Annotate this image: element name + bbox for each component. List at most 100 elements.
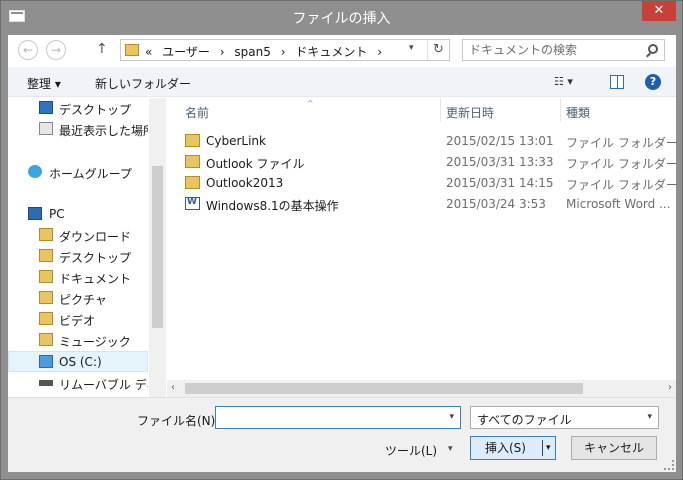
file-row[interactable]: CyberLink 2015/02/15 13:01 ファイル フォルダー: [179, 131, 678, 152]
title-bar[interactable]: ファイルの挿入 ✕: [1, 1, 682, 35]
pc-icon: [28, 207, 42, 220]
breadcrumb-user[interactable]: span5: [234, 45, 270, 59]
file-modified: 2015/02/15 13:01: [446, 134, 554, 148]
breadcrumb-overflow[interactable]: «: [145, 45, 152, 59]
dialog-footer: ファイル名(N): ▾ すべてのファイル ▾ ツール(L) ▾ 挿入(S) ▾ …: [8, 397, 676, 472]
navigation-scroll-thumb[interactable]: [152, 166, 163, 328]
view-options-button[interactable]: ☷ ▾: [554, 75, 573, 88]
tools-button[interactable]: ツール(L): [385, 442, 437, 459]
search-box[interactable]: [462, 39, 665, 61]
nav-item-label: ホームグループ: [49, 167, 132, 181]
filetype-select[interactable]: すべてのファイル ▾: [470, 406, 659, 429]
preview-pane-icon[interactable]: [610, 75, 624, 89]
file-name: Windows8.1の基本操作: [206, 199, 339, 213]
scroll-left-icon[interactable]: ‹: [171, 382, 175, 393]
nav-item-recent-places[interactable]: 最近表示した場所: [8, 119, 148, 140]
folder-icon: [185, 155, 200, 168]
nav-item-documents[interactable]: ドキュメント: [8, 267, 148, 288]
insert-dropdown-icon[interactable]: ▾: [546, 437, 551, 459]
search-input[interactable]: [469, 42, 639, 58]
address-dropdown-icon[interactable]: ▾: [409, 43, 414, 53]
recent-places-icon: [39, 122, 53, 135]
nav-item-desktop[interactable]: デスクトップ: [8, 98, 148, 119]
dialog-window: ファイルの挿入 ✕ ← → ↑ « ユーザー › span5 › ドキュメント …: [0, 0, 683, 480]
cancel-button[interactable]: キャンセル: [571, 436, 657, 460]
file-modified: 2015/03/31 13:33: [446, 155, 554, 169]
tools-dropdown-icon[interactable]: ▾: [448, 444, 453, 454]
desktop-folder-icon: [39, 249, 53, 262]
nav-item-label: デスクトップ: [59, 103, 132, 117]
horizontal-scroll-thumb[interactable]: [185, 383, 583, 394]
homegroup-icon: [28, 165, 42, 178]
nav-item-pictures[interactable]: ピクチャ: [8, 288, 148, 309]
filename-input[interactable]: [220, 409, 438, 426]
nav-item-label: リムーバブル ディスク: [59, 378, 148, 392]
documents-folder-icon: [39, 270, 53, 283]
folder-icon: [185, 134, 200, 147]
navigation-scrollbar[interactable]: [149, 98, 166, 400]
removable-disk-icon: [39, 380, 53, 386]
column-divider[interactable]: [560, 98, 561, 122]
new-folder-button[interactable]: 新しいフォルダー: [95, 75, 191, 92]
chevron-down-icon[interactable]: ▾: [647, 412, 652, 422]
refresh-button[interactable]: ↻: [427, 40, 449, 60]
insert-label: 挿入(S): [485, 441, 526, 455]
filename-combobox[interactable]: ▾: [215, 406, 461, 429]
file-type: ファイル フォルダー: [566, 157, 678, 171]
nav-item-pc[interactable]: PC: [8, 204, 148, 225]
breadcrumb[interactable]: « ユーザー › span5 › ドキュメント ›: [145, 43, 382, 60]
resize-grip[interactable]: [664, 460, 674, 470]
nav-item-label: OS (C:): [59, 355, 102, 369]
nav-item-removable-disk[interactable]: リムーバブル ディスク: [8, 373, 148, 394]
sort-arrow-icon: ^: [307, 99, 314, 108]
column-divider[interactable]: [440, 98, 441, 122]
file-modified: 2015/03/31 14:15: [446, 176, 554, 190]
nav-item-label: デスクトップ: [59, 251, 132, 265]
file-row[interactable]: Outlook2013 2015/03/31 14:15 ファイル フォルダー: [179, 173, 678, 194]
nav-item-label: ミュージック: [59, 335, 131, 349]
insert-button[interactable]: 挿入(S) ▾: [470, 436, 556, 460]
nav-item-label: PC: [49, 207, 65, 221]
breadcrumb-separator[interactable]: ›: [220, 45, 225, 59]
organize-button[interactable]: 整理 ▾: [27, 75, 61, 92]
horizontal-scrollbar[interactable]: ‹ ›: [167, 380, 676, 397]
up-button[interactable]: ↑: [96, 41, 108, 57]
file-name: Outlook ファイル: [206, 157, 305, 171]
chevron-down-icon[interactable]: ▾: [449, 412, 454, 422]
nav-item-os-drive[interactable]: OS (C:): [8, 351, 148, 372]
scroll-right-icon[interactable]: ›: [668, 382, 672, 393]
videos-folder-icon: [39, 312, 53, 325]
file-row[interactable]: Windows8.1の基本操作 2015/03/24 3:53 Microsof…: [179, 194, 674, 215]
breadcrumb-documents[interactable]: ドキュメント: [295, 45, 367, 59]
help-icon[interactable]: ?: [645, 74, 661, 90]
address-bar[interactable]: « ユーザー › span5 › ドキュメント › ▾ ↻: [120, 39, 450, 61]
window-title: ファイルの挿入: [292, 11, 391, 27]
file-row[interactable]: Outlook ファイル 2015/03/31 13:33 ファイル フォルダー: [179, 152, 678, 173]
drive-icon: [39, 355, 53, 368]
file-list: ^ 名前 更新日時 種類 CyberLink 2015/02/15 13:01 …: [167, 98, 678, 400]
nav-item-videos[interactable]: ビデオ: [8, 309, 148, 330]
nav-item-music[interactable]: ミュージック: [8, 330, 148, 351]
dialog-client: ← → ↑ « ユーザー › span5 › ドキュメント › ▾ ↻ ドキュメ…: [8, 35, 678, 472]
column-header-type[interactable]: 種類: [566, 104, 590, 121]
close-button[interactable]: ✕: [642, 1, 676, 21]
split-divider: [542, 440, 543, 456]
file-type: Microsoft Word ...: [566, 197, 671, 211]
forward-button[interactable]: →: [46, 40, 66, 60]
nav-item-desktop-folder[interactable]: デスクトップ: [8, 246, 148, 267]
nav-item-downloads[interactable]: ダウンロード: [8, 225, 148, 246]
breadcrumb-separator[interactable]: ›: [281, 45, 286, 59]
back-button[interactable]: ←: [18, 40, 38, 60]
pictures-folder-icon: [39, 291, 53, 304]
search-icon[interactable]: [648, 44, 658, 54]
command-bar: 整理 ▾ 新しいフォルダー ☷ ▾ ?: [8, 67, 676, 97]
breadcrumb-separator[interactable]: ›: [377, 45, 382, 59]
nav-item-label: ピクチャ: [59, 293, 107, 307]
filetype-value: すべてのファイル: [477, 413, 572, 427]
music-folder-icon: [39, 333, 53, 346]
breadcrumb-users[interactable]: ユーザー: [162, 45, 210, 59]
column-header-name[interactable]: 名前: [185, 104, 209, 121]
nav-item-homegroup[interactable]: ホームグループ: [8, 162, 148, 183]
filename-label: ファイル名(N):: [137, 414, 220, 428]
column-header-modified[interactable]: 更新日時: [446, 104, 494, 121]
